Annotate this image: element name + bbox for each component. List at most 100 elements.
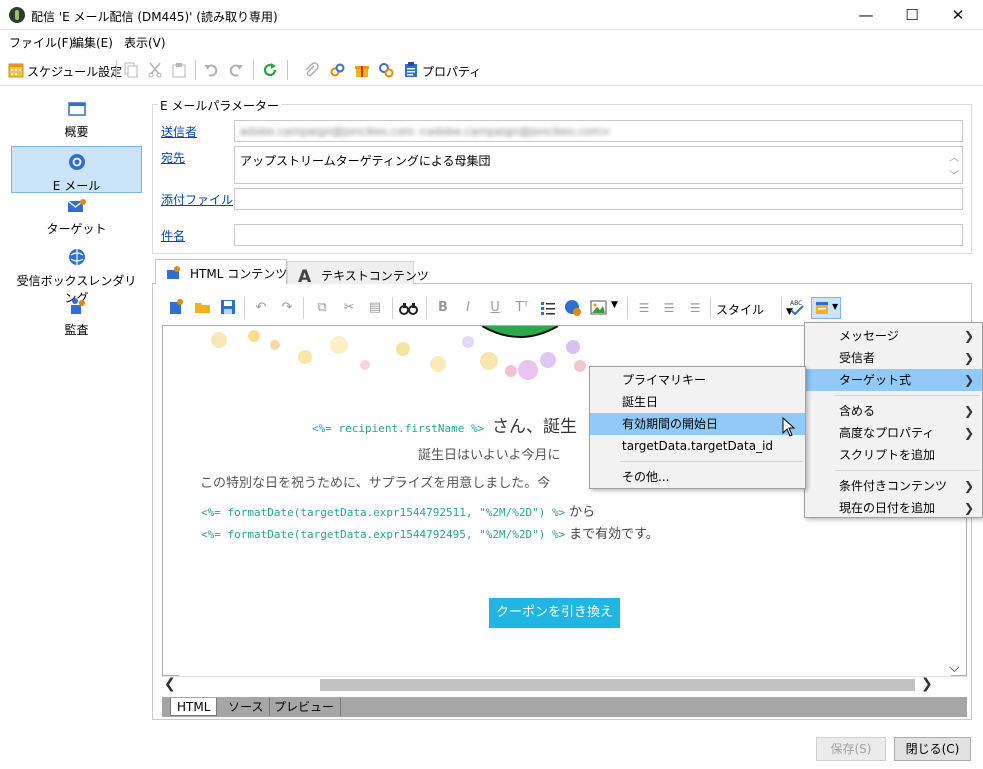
- link-icon[interactable]: [330, 62, 346, 78]
- bullet-list-icon[interactable]: [540, 300, 556, 316]
- editor-cut-icon[interactable]: ✂: [340, 299, 358, 317]
- menu-item-label: 現在の日付を追加: [839, 501, 936, 515]
- to-link[interactable]: 宛先: [161, 149, 185, 166]
- greeting-text: さん、誕生: [492, 417, 578, 437]
- menu-file[interactable]: ファイル(F): [9, 34, 73, 51]
- schedule-button[interactable]: スケジュール設定: [27, 63, 122, 80]
- new-document-icon[interactable]: [168, 299, 184, 315]
- save-button[interactable]: 保存(S): [816, 737, 886, 761]
- attachments-field[interactable]: [234, 188, 963, 210]
- image-dropdown-icon[interactable]: ▼: [611, 300, 618, 310]
- open-folder-icon[interactable]: [194, 299, 212, 315]
- properties-icon[interactable]: [403, 62, 419, 78]
- submenu-item-other[interactable]: その他...: [590, 466, 805, 488]
- italic-icon[interactable]: I: [459, 299, 477, 317]
- nav-item-overview[interactable]: 概要: [11, 101, 142, 141]
- horizontal-scroll-thumb[interactable]: [320, 679, 915, 691]
- redeem-coupon-button[interactable]: クーポンを引き換え: [489, 598, 620, 628]
- font-size-icon[interactable]: Tᵀ: [513, 299, 531, 317]
- editor-paste-icon[interactable]: ▤: [366, 299, 384, 317]
- to-value: アップストリームターゲティングによる母集団: [240, 154, 491, 168]
- tab-preview-mode[interactable]: プレビュー: [268, 698, 342, 716]
- personalization-button[interactable]: ▼: [811, 297, 841, 319]
- underline-icon[interactable]: U: [486, 299, 504, 317]
- editor-copy-icon[interactable]: ⧉: [313, 299, 331, 317]
- align-center-icon[interactable]: ☰: [660, 299, 678, 317]
- menu-item-conditional-content[interactable]: 条件付きコンテンツ ❯: [805, 475, 982, 497]
- sender-field[interactable]: adobe.campaign@joncikes.com <adobe.campa…: [234, 120, 963, 142]
- tab-text-content[interactable]: A テキストコンテンツ: [287, 261, 429, 287]
- align-right-icon[interactable]: ☰: [686, 299, 704, 317]
- minimize-button[interactable]: —: [843, 0, 889, 30]
- submenu-item-birthday[interactable]: 誕生日: [590, 391, 805, 413]
- close-button[interactable]: 閉じる(C): [894, 737, 971, 761]
- menu-separator: [835, 395, 980, 396]
- scroll-left-arrow-icon[interactable]: ❮: [164, 676, 176, 692]
- subject-field[interactable]: [234, 224, 963, 246]
- subject-link[interactable]: 件名: [161, 227, 185, 244]
- nav-item-email[interactable]: E メール: [11, 146, 142, 193]
- menu-item-recipient[interactable]: 受信者 ❯: [805, 347, 982, 369]
- bold-icon[interactable]: B: [434, 299, 452, 317]
- menu-item-add-current-date[interactable]: 現在の日付を追加 ❯: [805, 497, 982, 519]
- align-left-icon[interactable]: ☰: [635, 299, 653, 317]
- nav-item-audit[interactable]: 監査: [11, 297, 142, 337]
- menu-item-label: 条件付きコンテンツ: [839, 479, 948, 493]
- scroll-up-icon[interactable]: ︿: [949, 149, 959, 164]
- confetti-dot: [566, 340, 580, 354]
- save-icon[interactable]: [220, 299, 236, 315]
- close-window-button[interactable]: ✕: [935, 0, 981, 30]
- tab-html-mode[interactable]: HTML: [170, 698, 218, 716]
- insert-link-icon[interactable]: [564, 299, 582, 317]
- menu-item-target-expression[interactable]: ターゲット式 ❯: [805, 369, 982, 391]
- maximize-button[interactable]: ☐: [889, 0, 935, 30]
- menu-item-advanced-properties[interactable]: 高度なプロパティ ❯: [805, 422, 982, 444]
- attachments-link[interactable]: 添付ファイル: [161, 191, 233, 208]
- scroll-down-icon[interactable]: ﹀: [949, 167, 959, 182]
- menu-separator: [620, 461, 803, 462]
- menu-item-message[interactable]: メッセージ ❯: [805, 325, 982, 347]
- app-icon: [9, 7, 25, 23]
- sender-link[interactable]: 送信者: [161, 123, 197, 140]
- editor-separator: [244, 297, 245, 319]
- audit-icon: [70, 298, 85, 314]
- email-params-legend: E メールパラメーター: [158, 97, 282, 114]
- editor-redo-icon[interactable]: ↷: [278, 299, 296, 317]
- toolbar-separator: [287, 60, 288, 80]
- insert-image-icon[interactable]: [590, 299, 608, 317]
- cut-icon[interactable]: [147, 62, 163, 78]
- nav-item-target[interactable]: ターゲット: [11, 198, 142, 238]
- calendar-icon[interactable]: [8, 62, 24, 78]
- copy-icon[interactable]: [123, 62, 139, 78]
- settings-link-icon[interactable]: [378, 62, 394, 78]
- attachment-icon[interactable]: [303, 62, 319, 78]
- submenu-item-valid-start-date[interactable]: 有効期間の開始日: [590, 413, 805, 435]
- redo-icon[interactable]: [228, 62, 244, 78]
- editor-undo-icon[interactable]: ↶: [252, 299, 270, 317]
- personalization-menu: メッセージ ❯ 受信者 ❯ ターゲット式 ❯ 含める ❯ 高度なプロパティ ❯ スクリプト…: [804, 322, 983, 518]
- nav-item-inbox-rendering[interactable]: 受信ボックスレンダリング: [11, 248, 142, 305]
- spellcheck-icon[interactable]: ABC: [787, 298, 805, 316]
- properties-button[interactable]: プロパティ: [422, 63, 481, 80]
- to-field[interactable]: アップストリームターゲティングによる母集団 ︿ ﹀: [234, 146, 963, 184]
- tab-source-mode[interactable]: ソース: [222, 698, 271, 716]
- confetti-dot: [360, 360, 370, 370]
- gift-icon[interactable]: [354, 62, 370, 78]
- submenu-item-primary-key[interactable]: プライマリキー: [590, 369, 805, 391]
- submenu-arrow-icon: ❯: [963, 329, 974, 343]
- tab-html-content[interactable]: HTML コンテンツ: [155, 259, 287, 285]
- nav-label: 監査: [64, 323, 89, 337]
- confetti-dot: [540, 352, 556, 368]
- menu-item-include[interactable]: 含める ❯: [805, 400, 982, 422]
- find-icon[interactable]: [399, 300, 419, 316]
- scroll-right-arrow-icon[interactable]: ❯: [921, 676, 933, 692]
- menu-view[interactable]: 表示(V): [124, 34, 166, 51]
- window-title: 配信 'E メール配信 (DM445)' (読み取り専用): [31, 10, 278, 24]
- paste-icon[interactable]: [171, 62, 187, 78]
- menu-edit[interactable]: 編集(E): [72, 34, 113, 51]
- scroll-down-arrow-icon[interactable]: ⌵: [949, 660, 960, 676]
- submenu-item-target-data-id[interactable]: targetData.targetData_id: [590, 435, 805, 457]
- menu-item-add-script[interactable]: スクリプトを追加: [805, 444, 982, 466]
- undo-icon[interactable]: [203, 62, 219, 78]
- refresh-icon[interactable]: [262, 62, 278, 78]
